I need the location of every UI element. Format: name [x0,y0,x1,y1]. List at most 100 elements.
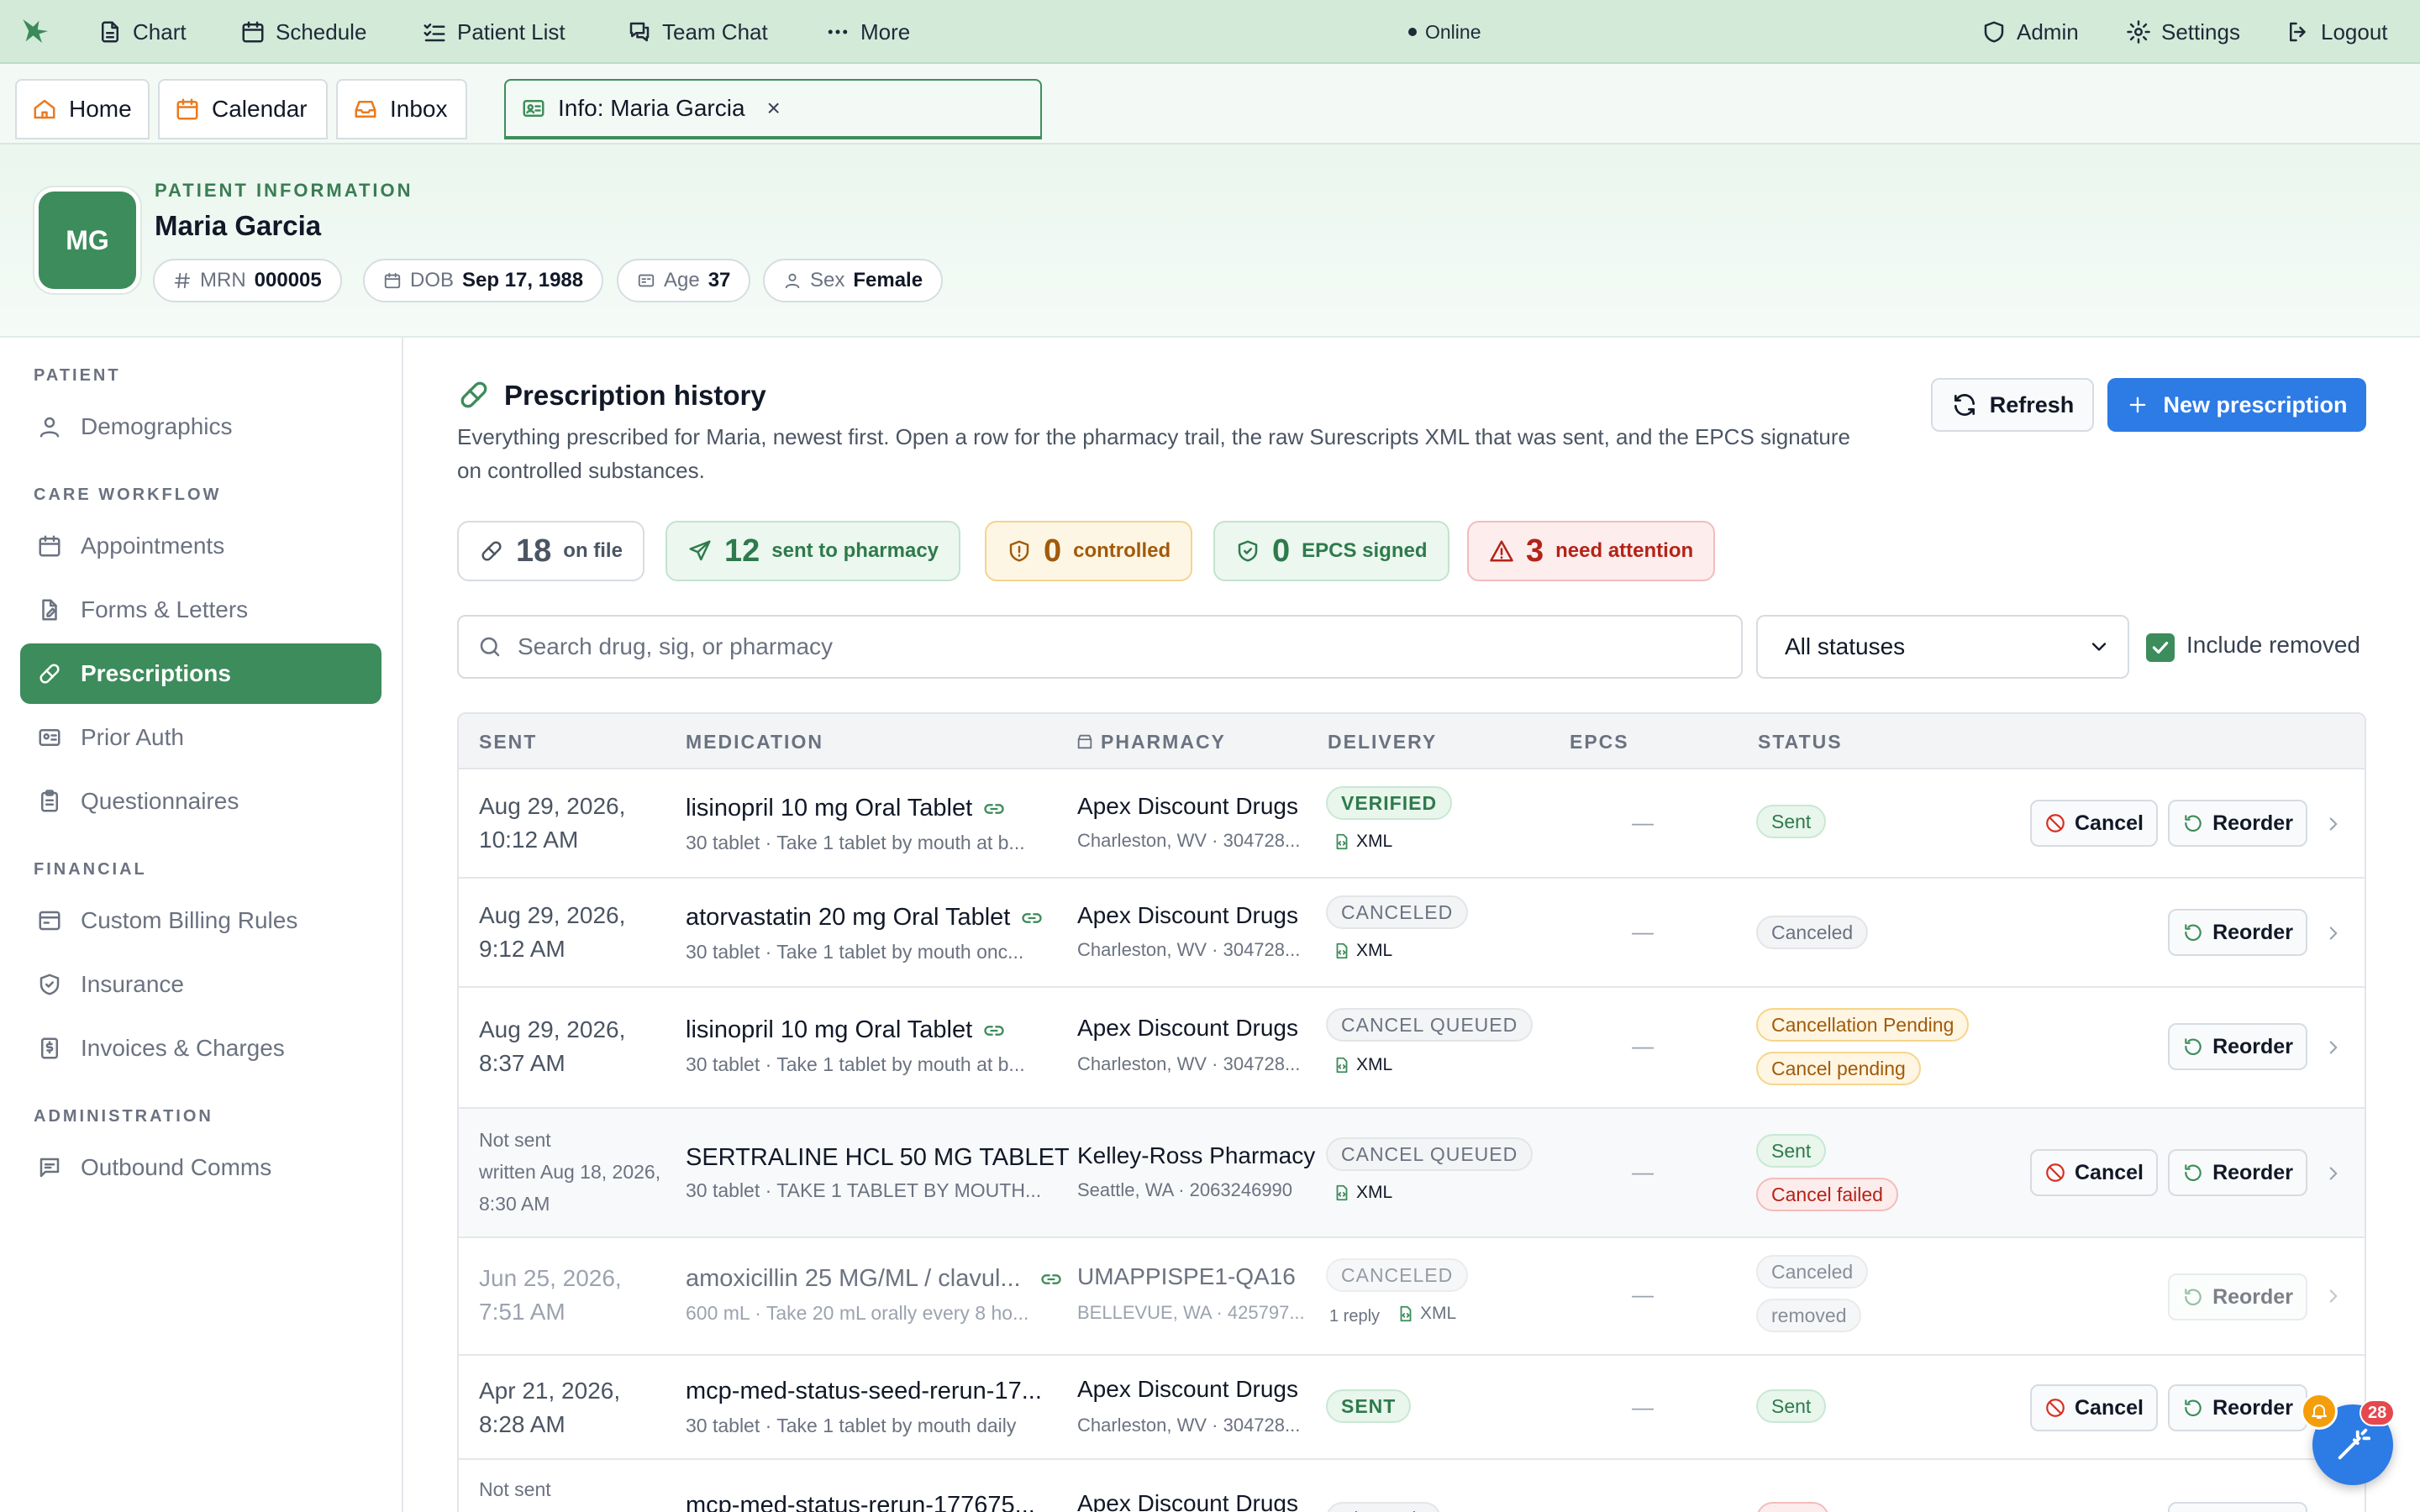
home-icon [34,99,55,119]
reorder-button[interactable]: Reorder [2168,909,2307,956]
new-prescription-button[interactable]: New prescription [2107,378,2366,432]
notifications-bell[interactable] [2301,1393,2338,1430]
reorder-button[interactable]: Reorder [2168,1502,2307,1512]
xml-link[interactable]: XML [1333,832,1392,852]
stat-controlled: 0 controlled [985,521,1193,581]
store-icon [1077,734,1092,749]
sidebar-section-administration: ADMINISTRATION [34,1107,213,1126]
sidebar-item-invoices-charges[interactable]: Invoices & Charges [20,1018,381,1079]
sidebar-item-label: Custom Billing Rules [81,907,298,933]
sidebar-item-label: Invoices & Charges [81,1035,285,1061]
nav-team-chat[interactable]: Team Chat [627,0,768,64]
column-header-delivery[interactable]: DELIVERY [1328,714,1437,769]
column-header-status[interactable]: STATUS [1758,714,1843,769]
nav-schedule[interactable]: Schedule [240,0,366,64]
cancel-button[interactable]: Cancel [2030,1149,2158,1196]
page-description: Everything prescribed for Maria, newest … [457,424,1850,483]
id-card-icon [523,100,544,117]
chevron-right-icon[interactable] [2323,1285,2344,1307]
plus-icon [2130,396,2146,413]
chevron-right-icon[interactable] [2323,813,2344,835]
sidebar-item-label: Forms & Letters [81,596,249,622]
sidebar-item-prior-auth[interactable]: Prior Auth [20,707,381,768]
cancel-label: Cancel [2075,1160,2144,1184]
reorder-button[interactable]: Reorder [2168,1384,2307,1431]
reorder-button[interactable]: Reorder [2168,1149,2307,1196]
xml-link[interactable]: XML [1333,1055,1392,1075]
app-logo-icon[interactable] [18,13,54,49]
sidebar-item-label: Questionnaires [81,788,239,814]
link-icon [984,1025,1004,1036]
close-tab-icon[interactable]: × [767,95,781,122]
table-row[interactable]: Not sent written Aug 18, 2026, 8:30 AM S… [459,1109,2365,1238]
cancel-button[interactable]: Cancel [2030,800,2158,847]
chevron-right-icon[interactable] [2323,1163,2344,1184]
reorder-button[interactable]: Reorder [2168,800,2307,847]
column-header-pharmacy[interactable]: PHARMACY [1076,714,1226,769]
table-row[interactable]: Jun 25, 2026, 7:51 AM amoxicillin 25 MG/… [459,1238,2365,1356]
chevron-right-icon[interactable] [2323,1037,2344,1058]
xml-link[interactable]: XML [1333,941,1392,961]
sent-time: 8:37 AM [479,1050,566,1076]
xml-link[interactable]: XML [1333,1183,1392,1203]
xml-label: XML [1356,1183,1393,1202]
tab-inbox[interactable]: Inbox [336,79,467,139]
sidebar-item-label: Prior Auth [81,724,184,750]
warning-icon [1490,540,1513,562]
prescriptions-panel: Prescription history Everything prescrib… [403,338,2420,1512]
nav-more[interactable]: More [825,0,910,64]
dob-label: DOB [410,269,455,291]
patient-header: MG PATIENT INFORMATION Maria Garcia MRN … [0,144,2420,338]
table-row[interactable]: Apr 21, 2026, 8:28 AM mcp-med-status-see… [459,1356,2365,1460]
written-date: written Aug 18, 2026, [479,1161,661,1183]
nav-admin[interactable]: Admin [1981,0,2079,64]
status-filter-select[interactable]: All statuses [1756,615,2129,679]
reply-count[interactable]: 1 reply [1329,1307,1380,1326]
nav-patient-list[interactable]: Patient List [422,0,566,64]
tab-calendar[interactable]: Calendar [158,79,328,139]
refresh-button[interactable]: Refresh [1931,378,2094,432]
medication-label: atorvastatin 20 mg Oral Tablet [686,904,1011,931]
nav-chart[interactable]: Chart [97,0,187,64]
sidebar-item-prescriptions[interactable]: Prescriptions [20,643,381,704]
table-row[interactable]: Aug 29, 2026, 8:37 AM lisinopril 10 mg O… [459,988,2365,1109]
tab-patient-info[interactable]: Info: Maria Garcia × [504,79,1042,139]
calendar-icon [176,98,198,120]
message-icon [39,1158,60,1178]
table-row[interactable]: Not sent written Apr 20, 2026, mcp-med-s… [459,1460,2365,1512]
search-input[interactable] [518,633,1694,660]
include-removed-checkbox[interactable] [2146,633,2175,662]
include-removed-label[interactable]: Include removed [2186,632,2360,659]
status-dot [1408,28,1417,36]
table-row[interactable]: Aug 29, 2026, 10:12 AM lisinopril 10 mg … [459,769,2365,879]
sidebar-item-appointments[interactable]: Appointments [20,516,381,576]
status-badge: Error [1756,1502,1830,1512]
reorder-button[interactable]: Reorder [2168,1273,2307,1320]
table-header: SENT MEDICATION PHARMACY DELIVERY EPCS S… [459,714,2365,769]
tab-home[interactable]: Home [15,79,150,139]
edit-file-icon [42,599,57,621]
sidebar-item-questionnaires[interactable]: Questionnaires [20,771,381,832]
sidebar-item-outbound-comms[interactable]: Outbound Comms [20,1137,381,1198]
column-header-medication[interactable]: MEDICATION [686,714,823,769]
table-row[interactable]: Aug 29, 2026, 9:12 AM atorvastatin 20 mg… [459,879,2365,988]
user-icon [785,273,800,289]
sidebar-item-insurance[interactable]: Insurance [20,954,381,1015]
shield-check-icon [1238,540,1258,562]
nav-logout[interactable]: Logout [2286,0,2388,64]
column-header-sent[interactable]: SENT [479,714,537,769]
xml-link[interactable]: XML [1397,1304,1456,1324]
written-time: 8:30 AM [479,1193,550,1215]
sidebar-item-custom-billing-rules[interactable]: Custom Billing Rules [20,890,381,951]
cancel-button[interactable]: Cancel [2030,1384,2158,1431]
file-text-icon [102,21,118,43]
sidebar-item-forms-letters[interactable]: Forms & Letters [20,580,381,640]
nav-settings[interactable]: Settings [2126,0,2240,64]
chevron-right-icon[interactable] [2323,922,2344,944]
column-header-epcs[interactable]: EPCS [1570,714,1629,769]
sex-label: Sex [810,269,845,291]
reorder-button[interactable]: Reorder [2168,1023,2307,1070]
sidebar-item-demographics[interactable]: Demographics [20,396,381,457]
epcs-empty: — [1632,810,1654,835]
page-title: Prescription history [504,380,766,411]
